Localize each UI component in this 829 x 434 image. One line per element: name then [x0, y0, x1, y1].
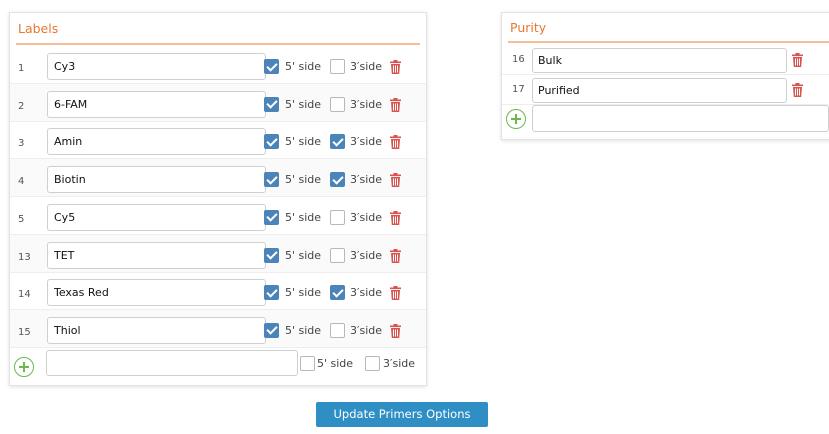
label-name-input[interactable]: [47, 53, 266, 80]
label-row-number: 13: [18, 251, 31, 263]
three-side-checkbox[interactable]: [330, 59, 345, 74]
new-label-five-label: 5' side: [317, 357, 354, 370]
label-row: 14 5' side 3′side: [10, 272, 426, 311]
five-side-checkbox[interactable]: [264, 285, 279, 301]
label-row-number: 2: [18, 100, 25, 112]
labels-panel: Labels 1 5' side 3′side 2 5' side 3′side 3 5' s…: [9, 12, 427, 386]
label-name-input[interactable]: [47, 90, 266, 118]
new-label-three-label: 3′side: [383, 357, 416, 370]
purity-row-number: 17: [512, 84, 525, 95]
five-side-label: 5' side: [285, 97, 322, 111]
label-row-number: 15: [18, 326, 31, 338]
trash-icon[interactable]: [390, 60, 401, 74]
three-side-label: 3′side: [350, 97, 383, 111]
five-side-checkbox[interactable]: [264, 59, 279, 74]
label-row: 13 5' side 3′side: [10, 234, 426, 273]
three-side-label: 3′side: [350, 286, 383, 300]
purity-row: 16: [502, 45, 829, 75]
new-label-five-checkbox[interactable]: [300, 356, 315, 371]
new-label-three-checkbox[interactable]: [365, 356, 380, 371]
purity-name-input[interactable]: [532, 78, 787, 103]
three-side-checkbox[interactable]: [330, 209, 345, 225]
label-row-number: 14: [18, 289, 31, 301]
label-row-number: 3: [18, 138, 25, 150]
label-row: 5 5' side 3′side: [10, 197, 426, 235]
three-side-label: 3′side: [350, 323, 383, 337]
five-side-checkbox[interactable]: [264, 322, 279, 338]
three-side-label: 3′side: [350, 60, 383, 73]
five-side-checkbox[interactable]: [264, 172, 279, 188]
five-side-checkbox[interactable]: [264, 209, 279, 225]
label-row-number: 5: [18, 213, 25, 225]
trash-icon[interactable]: [792, 53, 803, 67]
five-side-label: 5' side: [285, 173, 322, 187]
labels-new-row: 5' side 3′side: [10, 348, 426, 386]
five-side-label: 5' side: [285, 286, 322, 300]
five-side-label: 5' side: [285, 248, 322, 262]
three-side-label: 3′side: [350, 210, 383, 224]
five-side-label: 5' side: [285, 323, 322, 337]
five-side-checkbox[interactable]: [264, 247, 279, 263]
add-circle-icon[interactable]: [14, 357, 34, 377]
label-row-number: 1: [18, 63, 25, 74]
label-row: 3 5' side 3′side: [10, 121, 426, 160]
label-row: 2 5' side 3′side: [10, 83, 426, 122]
three-side-label: 3′side: [350, 248, 383, 262]
three-side-checkbox[interactable]: [330, 322, 345, 338]
label-row: 4 5' side 3′side: [10, 159, 426, 198]
three-side-checkbox[interactable]: [330, 285, 345, 301]
purity-row-number: 16: [512, 54, 525, 65]
label-name-input[interactable]: [47, 316, 266, 344]
purity-panel-title: Purity: [502, 13, 829, 43]
new-label-input[interactable]: [46, 350, 298, 376]
three-side-label: 3′side: [350, 173, 383, 187]
trash-icon[interactable]: [390, 135, 401, 150]
label-name-input[interactable]: [47, 128, 266, 156]
five-side-label: 5' side: [285, 210, 322, 224]
trash-icon[interactable]: [390, 97, 401, 112]
label-name-input[interactable]: [47, 279, 266, 307]
label-row: 15 5' side 3′side: [10, 309, 426, 348]
three-side-checkbox[interactable]: [330, 172, 345, 188]
five-side-checkbox[interactable]: [264, 96, 279, 112]
purity-new-row: [502, 105, 829, 135]
trash-icon[interactable]: [390, 248, 401, 263]
label-name-input[interactable]: [47, 241, 266, 269]
label-name-input[interactable]: [47, 203, 266, 231]
three-side-checkbox[interactable]: [330, 247, 345, 263]
five-side-label: 5' side: [285, 60, 322, 73]
update-primers-options-button[interactable]: Update Primers Options: [316, 402, 488, 427]
trash-icon[interactable]: [390, 173, 401, 188]
purity-row: 17: [502, 75, 829, 105]
trash-icon[interactable]: [390, 286, 401, 301]
purity-name-input[interactable]: [532, 48, 787, 73]
trash-icon[interactable]: [792, 83, 803, 97]
new-purity-input[interactable]: [532, 105, 829, 132]
trash-icon[interactable]: [390, 323, 401, 338]
add-circle-icon[interactable]: [506, 109, 526, 129]
purity-panel: Purity 16 17: [501, 12, 829, 140]
label-row-number: 4: [18, 176, 25, 188]
label-name-input[interactable]: [47, 166, 266, 194]
label-row: 1 5' side 3′side: [10, 46, 426, 84]
three-side-checkbox[interactable]: [330, 96, 345, 112]
trash-icon[interactable]: [390, 210, 401, 225]
three-side-checkbox[interactable]: [330, 134, 345, 150]
three-side-label: 3′side: [350, 135, 383, 149]
labels-panel-title: Labels: [10, 13, 426, 45]
five-side-checkbox[interactable]: [264, 134, 279, 150]
five-side-label: 5' side: [285, 135, 322, 149]
